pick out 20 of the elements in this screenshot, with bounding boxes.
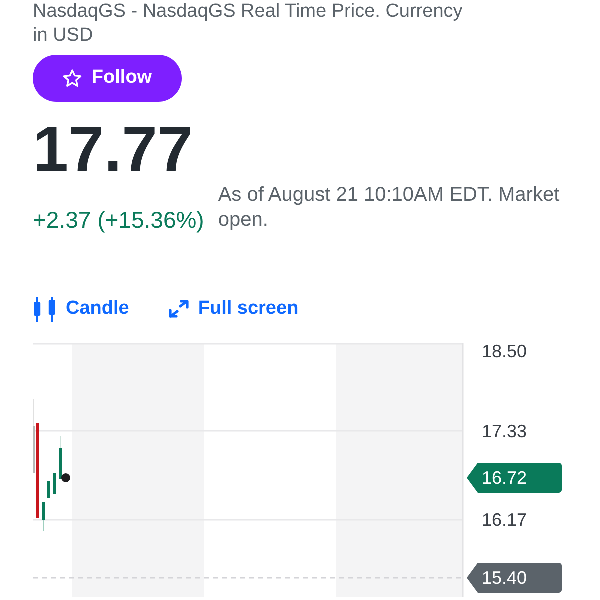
candlestick	[47, 481, 50, 498]
axis-label: 17.33	[482, 422, 528, 442]
quote-timestamp: As of August 21 10:10AM EDT. Market open.	[218, 183, 561, 233]
expand-icon	[169, 300, 190, 318]
star-icon	[62, 69, 82, 88]
price-dot-icon	[62, 474, 70, 482]
previous-close-tag: 15.40	[467, 563, 562, 593]
candlestick	[59, 436, 62, 479]
price-change: +2.37 (+15.36%)	[33, 208, 204, 233]
stock-price: 17.77	[33, 116, 194, 183]
follow-button[interactable]: Follow	[33, 55, 182, 102]
chart-type-button[interactable]: Candle	[33, 296, 130, 322]
last-price-tag: 16.72	[467, 463, 562, 493]
exchange-note: NasdaqGS - NasdaqGS Real Time Price. Currency in USD	[33, 0, 464, 48]
candlestick	[53, 473, 56, 494]
candlestick-icon	[33, 296, 57, 322]
axis-label: 18.50	[482, 343, 528, 362]
fullscreen-button[interactable]: Full screen	[169, 296, 299, 322]
axis-label: 16.17	[482, 510, 528, 530]
candlestick	[42, 502, 45, 531]
